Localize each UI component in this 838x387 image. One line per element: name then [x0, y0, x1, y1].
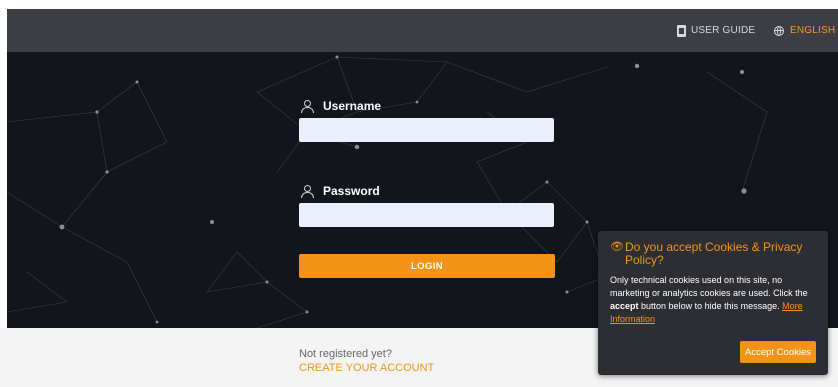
cookie-title: 👁 Do you accept Cookies & Privacy Policy… — [610, 241, 816, 267]
eye-icon: 👁 — [610, 241, 624, 253]
language-selector[interactable]: ENGLISH ▼ — [774, 9, 838, 52]
document-icon — [677, 24, 686, 37]
username-input[interactable] — [299, 118, 554, 142]
top-strip — [0, 0, 838, 9]
top-header: USER GUIDE ENGLISH ▼ — [7, 9, 838, 52]
globe-icon — [774, 25, 784, 36]
cookie-text-accept: accept — [610, 301, 639, 311]
cookie-message: Only technical cookies used on this site… — [610, 274, 816, 326]
username-label: Username — [301, 99, 381, 113]
cookie-title-text: Do you accept Cookies & Privacy Policy? — [624, 240, 803, 267]
cookie-text-after: button below to hide this message. — [638, 301, 783, 311]
password-input[interactable] — [299, 203, 554, 227]
user-icon — [301, 184, 315, 198]
create-account-link[interactable]: CREATE YOUR ACCOUNT — [299, 362, 434, 374]
not-registered-text: Not registered yet? — [299, 348, 392, 360]
cookie-text-before: Only technical cookies used on this site… — [610, 275, 808, 298]
cookie-consent-dialog: 👁 Do you accept Cookies & Privacy Policy… — [598, 231, 828, 375]
user-icon — [301, 99, 315, 113]
login-button[interactable]: LOGIN — [299, 254, 555, 278]
user-guide-label: USER GUIDE — [691, 25, 756, 36]
password-label-text: Password — [323, 184, 380, 198]
accept-cookies-button[interactable]: Accept Cookies — [739, 341, 816, 363]
username-label-text: Username — [323, 99, 382, 113]
language-label: ENGLISH — [790, 25, 836, 36]
user-guide-link[interactable]: USER GUIDE — [677, 9, 755, 52]
password-label: Password — [301, 184, 380, 198]
